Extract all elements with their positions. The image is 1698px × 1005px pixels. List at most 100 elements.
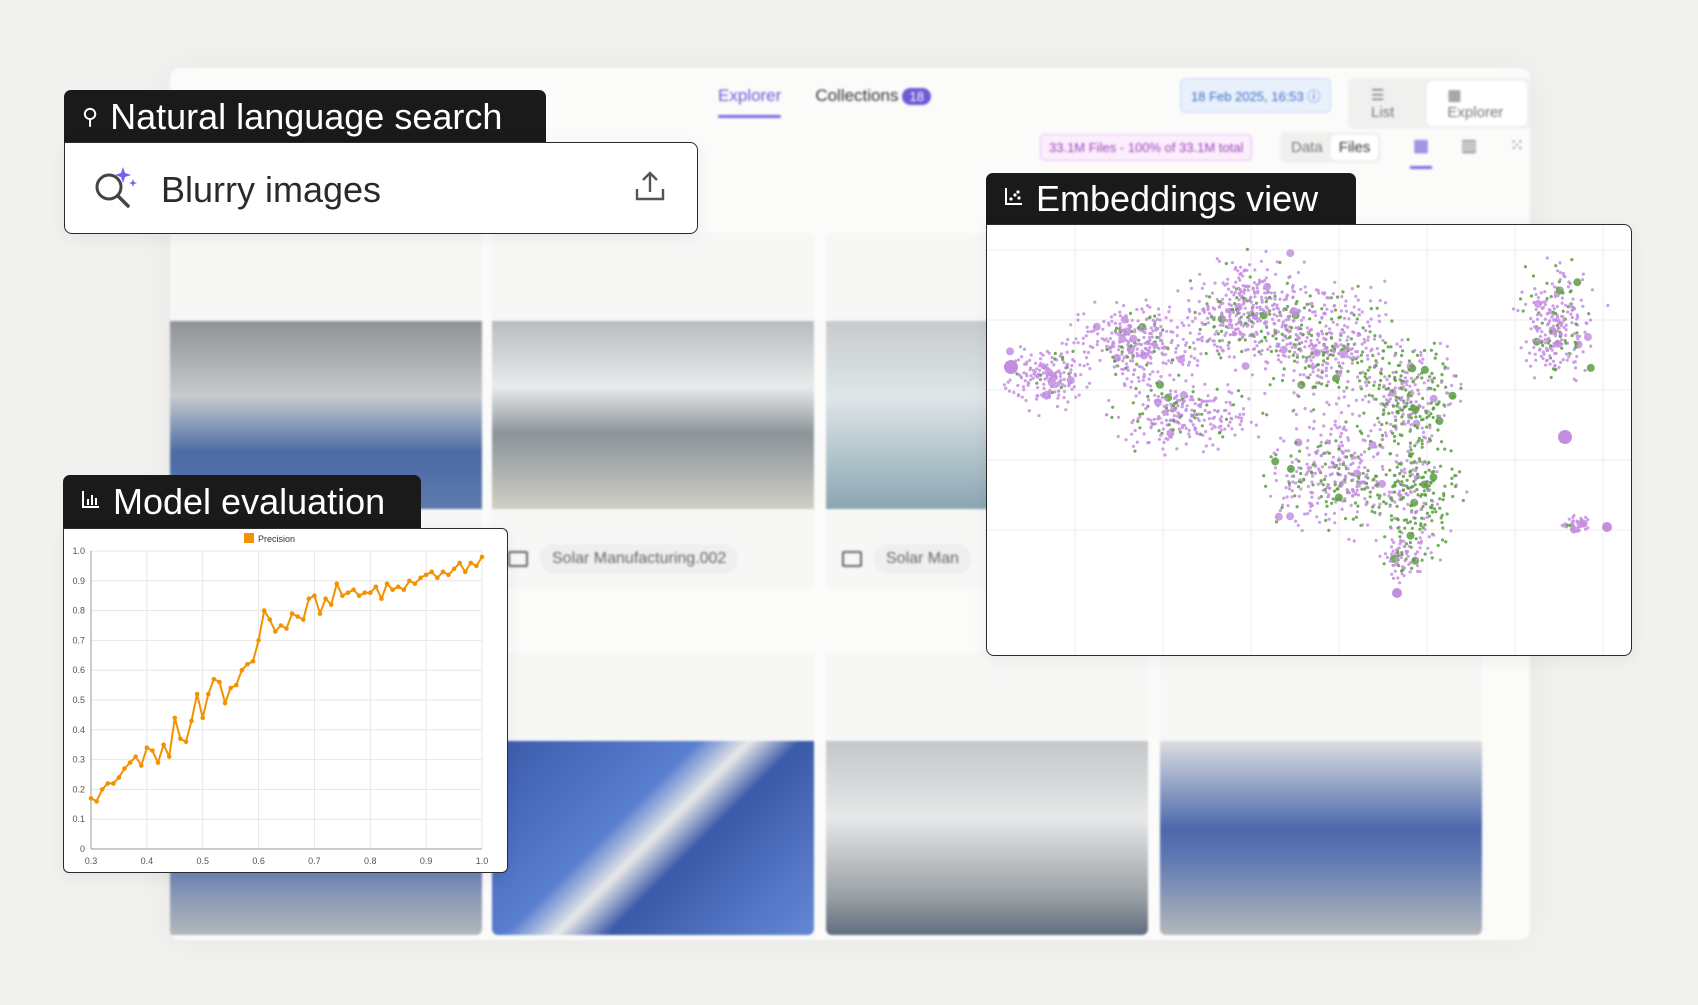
embedding-point: [1399, 556, 1403, 560]
embedding-point: [1414, 400, 1418, 404]
embedding-point: [1385, 555, 1389, 559]
embedding-point: [1308, 294, 1312, 298]
embedding-point: [1366, 338, 1370, 342]
precision-point: [312, 593, 317, 598]
bar-chart-icon[interactable]: ▥: [1458, 136, 1480, 169]
embeddings-scatter[interactable]: [987, 225, 1632, 656]
embedding-point: [1417, 373, 1421, 377]
embedding-point: [1344, 309, 1349, 313]
embedding-point: [1407, 419, 1411, 423]
thumbnail-image: [492, 741, 814, 935]
timestamp-pill[interactable]: 18 Feb 2025, 16:53 ⓘ: [1180, 78, 1332, 113]
embedding-point: [1343, 304, 1347, 308]
embedding-point: [1298, 449, 1302, 453]
data-toggle-button[interactable]: Data: [1283, 135, 1331, 160]
embedding-point: [1409, 423, 1413, 427]
embedding-point: [1569, 289, 1573, 293]
embedding-point: [1305, 446, 1309, 450]
embedding-point: [1172, 414, 1176, 418]
search-input[interactable]: Blurry images: [161, 169, 381, 211]
embedding-point: [1392, 473, 1396, 478]
precision-point: [334, 581, 340, 587]
embedding-point: [1549, 295, 1553, 299]
embedding-point: [1413, 552, 1418, 556]
precision-point: [289, 611, 295, 616]
embedding-point: [1212, 343, 1217, 347]
explorer-view-button[interactable]: ▦ Explorer: [1427, 81, 1527, 126]
embedding-point: [1402, 539, 1406, 543]
embedding-point: [1399, 462, 1403, 466]
embedding-point: [1146, 394, 1150, 399]
embedding-point: [1038, 377, 1042, 382]
image-card[interactable]: [826, 653, 1148, 935]
embedding-point: [1177, 427, 1181, 431]
embedding-point: [1238, 330, 1242, 334]
y-tick-label: 0.2: [72, 784, 85, 794]
embedding-point: [1406, 413, 1411, 418]
embedding-point: [1351, 412, 1355, 416]
embedding-point: [1273, 471, 1277, 475]
embedding-point: [1076, 318, 1080, 322]
embedding-point: [1434, 352, 1438, 356]
embedding-point: [1373, 380, 1377, 384]
embedding-point: [1540, 340, 1544, 344]
embedding-point: [1430, 556, 1434, 560]
embedding-point: [1394, 418, 1398, 422]
image-card[interactable]: [1160, 653, 1482, 935]
embedding-point: [1187, 428, 1191, 432]
embedding-point: [1228, 323, 1232, 327]
embedding-point: [1429, 401, 1433, 405]
embedding-point: [1413, 511, 1418, 515]
embedding-point: [1357, 313, 1361, 317]
embedding-point: [1523, 265, 1527, 269]
embedding-point: [1175, 356, 1179, 360]
embedding-point: [1415, 557, 1419, 561]
embedding-point: [1589, 318, 1593, 322]
tab-explorer[interactable]: Explorer: [718, 86, 782, 118]
embedding-point: [1271, 334, 1275, 338]
embedding-point: [1257, 435, 1261, 439]
list-view-button[interactable]: ☰ List: [1351, 81, 1427, 126]
embedding-point: [1247, 397, 1251, 401]
upload-icon[interactable]: [633, 169, 667, 203]
embedding-point: [1188, 279, 1192, 283]
tab-collections[interactable]: Collections 18: [815, 86, 931, 118]
embedding-point: [1355, 424, 1359, 428]
embedding-point: [1230, 307, 1235, 311]
embedding-point: [1298, 309, 1302, 313]
embedding-point: [1405, 484, 1409, 488]
image-card[interactable]: Solar Manufacturing.002: [492, 233, 814, 588]
embedding-point: [1394, 558, 1398, 562]
embedding-point: [1345, 488, 1349, 492]
precision-chart: 00.10.20.30.40.50.60.70.80.91.00.3 0.4 0.5…: [72, 533, 488, 866]
embedding-point: [1265, 291, 1269, 295]
embedding-point: [1292, 290, 1296, 294]
embedding-point: [1229, 416, 1233, 420]
embedding-point: [1303, 512, 1307, 516]
image-card[interactable]: [492, 653, 814, 935]
embedding-point: [1602, 522, 1612, 532]
embedding-point: [1105, 344, 1109, 348]
embedding-point: [1554, 264, 1558, 268]
embedding-point: [1420, 365, 1429, 374]
embedding-point: [1406, 521, 1410, 525]
embedding-point: [1316, 501, 1320, 505]
embedding-point: [1151, 370, 1155, 374]
table-view-icon[interactable]: ▦: [1410, 136, 1432, 169]
embedding-point: [1390, 518, 1394, 522]
embedding-point: [1347, 449, 1351, 453]
embedding-point: [1368, 299, 1373, 303]
embedding-point: [1398, 535, 1402, 539]
embedding-point: [1459, 399, 1463, 403]
embedding-point: [1165, 329, 1169, 333]
embedding-point: [1306, 484, 1310, 489]
embedding-point: [1539, 291, 1543, 295]
embedding-point: [1228, 400, 1232, 404]
embedding-point: [1148, 305, 1152, 309]
files-toggle-button[interactable]: Files: [1330, 135, 1379, 160]
embedding-point: [1427, 535, 1431, 539]
embedding-point: [1295, 505, 1299, 509]
embedding-point: [1398, 529, 1402, 534]
embedding-point: [1414, 537, 1418, 541]
scatter-plot-icon[interactable]: ⁙: [1506, 136, 1528, 169]
